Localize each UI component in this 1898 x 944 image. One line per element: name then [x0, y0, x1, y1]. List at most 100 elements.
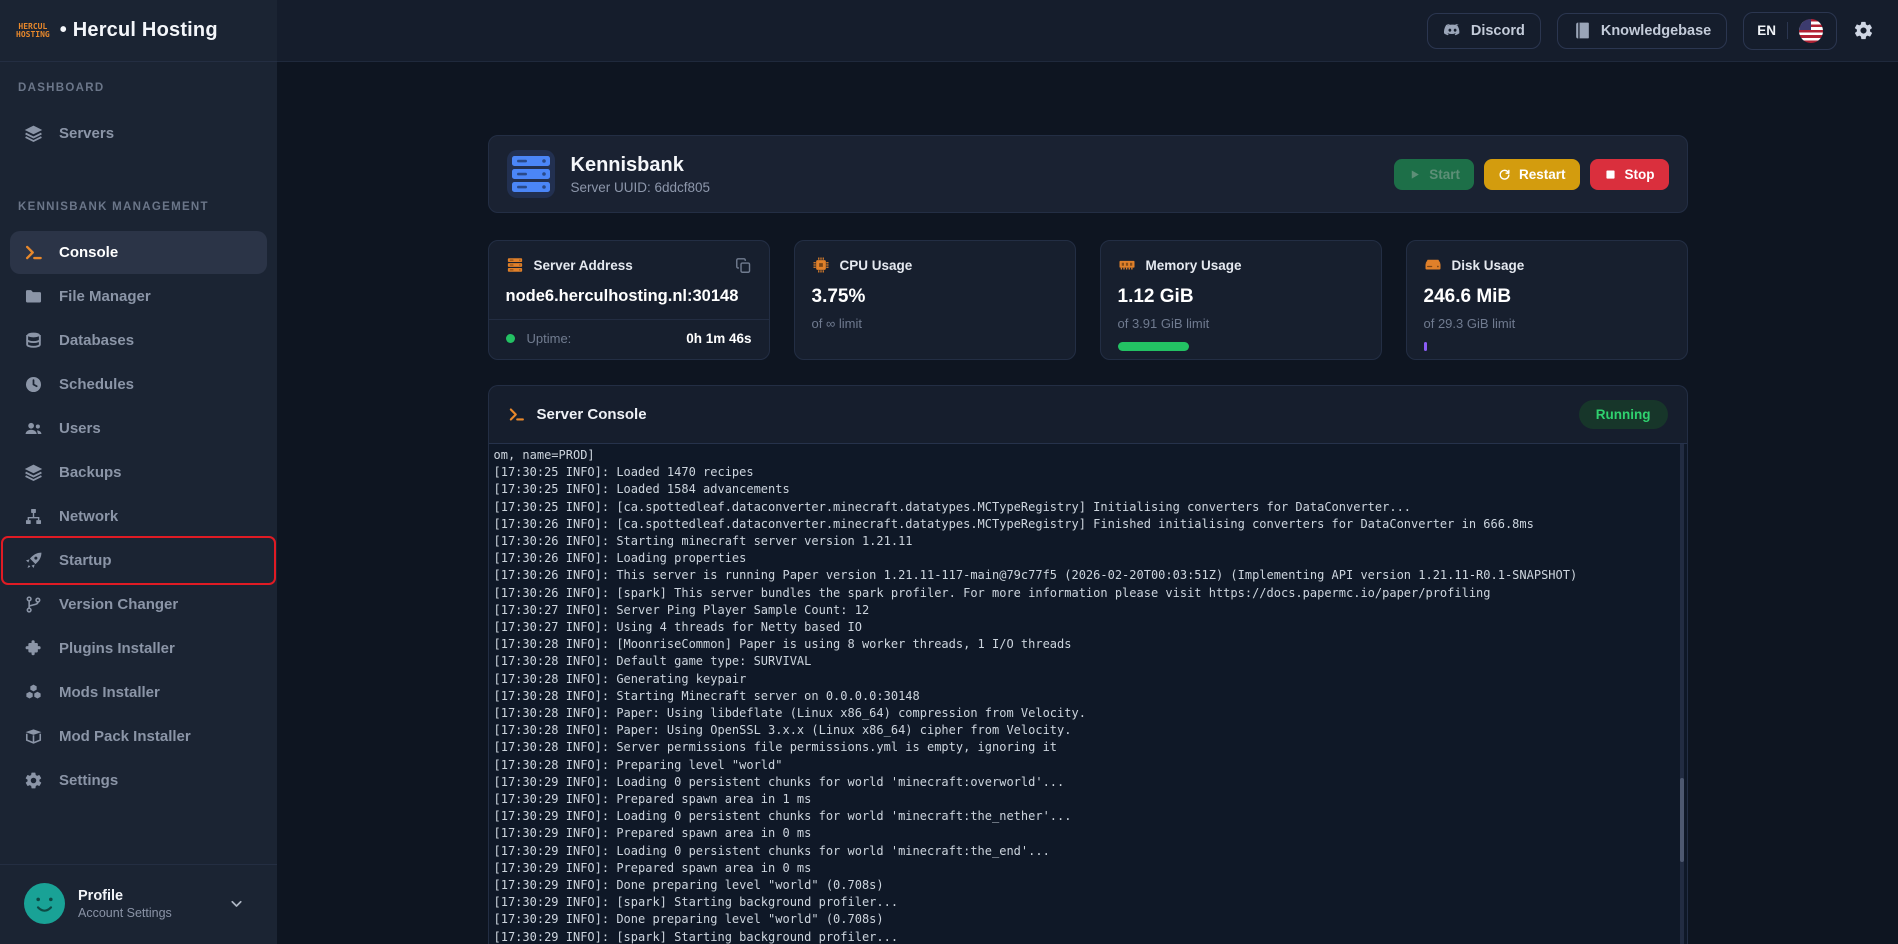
stop-label: Stop — [1625, 167, 1655, 182]
restart-icon — [1498, 168, 1511, 181]
sidebar-item-settings[interactable]: Settings — [10, 759, 267, 802]
database-icon — [24, 331, 43, 350]
console-line: [17:30:26 INFO]: Starting minecraft serv… — [494, 533, 1673, 550]
discord-label: Discord — [1471, 23, 1525, 39]
memory-progress-bar — [1118, 342, 1189, 351]
us-flag-icon — [1799, 19, 1823, 43]
topbar: Discord Knowledgebase EN — [277, 0, 1898, 62]
terminal-icon — [24, 243, 43, 262]
console-line: [17:30:29 INFO]: Loading 0 persistent ch… — [494, 843, 1673, 860]
console-line: [17:30:29 INFO]: [spark] Starting backgr… — [494, 929, 1673, 944]
settings-gear-icon[interactable] — [1853, 20, 1874, 41]
server-address-card: Server Address node6.herculhosting.nl:30… — [488, 240, 770, 360]
cubes-icon — [24, 683, 43, 702]
profile-section[interactable]: Profile Account Settings — [0, 864, 277, 944]
rocket-icon — [24, 551, 43, 570]
brand[interactable]: HERCULHOSTING • Hercul Hosting — [0, 0, 277, 62]
console-line: om, name=PROD] — [494, 447, 1673, 464]
divider — [489, 319, 769, 320]
restart-label: Restart — [1519, 167, 1566, 182]
users-icon — [24, 419, 43, 438]
sidebar-item-label: Schedules — [59, 376, 134, 393]
disk-usage-limit: of 29.3 GiB limit — [1424, 316, 1670, 331]
sidebar: HERCULHOSTING • Hercul Hosting DASHBOARD… — [0, 0, 277, 944]
status-badge: Running — [1579, 400, 1668, 429]
sidebar-item-file-manager[interactable]: File Manager — [10, 275, 267, 318]
nav-section-label: KENNISBANK MANAGEMENT — [0, 201, 277, 213]
console-line: [17:30:29 INFO]: Done preparing level "w… — [494, 877, 1673, 894]
console-line: [17:30:29 INFO]: Prepared spawn area in … — [494, 825, 1673, 842]
discord-icon — [1443, 21, 1462, 40]
sidebar-item-databases[interactable]: Databases — [10, 319, 267, 362]
console-line: [17:30:27 INFO]: Server Ping Player Samp… — [494, 602, 1673, 619]
sidebar-item-backups[interactable]: Backups — [10, 451, 267, 494]
server-uuid: Server UUID: 6ddcf805 — [571, 180, 711, 195]
brand-logo: HERCULHOSTING — [16, 23, 50, 39]
layers-icon — [24, 463, 43, 482]
stop-icon — [1604, 168, 1617, 181]
terminal-icon — [508, 406, 525, 423]
server-address-title: Server Address — [534, 258, 633, 273]
chevron-down-icon[interactable] — [228, 895, 245, 912]
sidebar-item-label: Console — [59, 244, 118, 261]
server-address-value: node6.herculhosting.nl:30148 — [506, 287, 752, 306]
language-selector[interactable]: EN — [1743, 12, 1837, 50]
profile-title: Profile — [78, 888, 215, 904]
sidebar-item-label: Mod Pack Installer — [59, 728, 191, 745]
uptime-status-dot — [506, 334, 515, 343]
memory-usage-title: Memory Usage — [1146, 258, 1242, 273]
disk-progress-bar — [1424, 342, 1427, 351]
knowledgebase-button[interactable]: Knowledgebase — [1557, 13, 1727, 49]
console-line: [17:30:25 INFO]: Loaded 1584 advancement… — [494, 481, 1673, 498]
sidebar-item-console[interactable]: Console — [10, 231, 267, 274]
console-line: [17:30:28 INFO]: Paper: Using OpenSSL 3.… — [494, 722, 1673, 739]
server-icon — [507, 150, 555, 198]
uptime-label: Uptime: — [527, 331, 572, 346]
sidebar-item-version-changer[interactable]: Version Changer — [10, 583, 267, 626]
console-line: [17:30:28 INFO]: Starting Minecraft serv… — [494, 688, 1673, 705]
sidebar-item-schedules[interactable]: Schedules — [10, 363, 267, 406]
start-label: Start — [1429, 167, 1460, 182]
discord-button[interactable]: Discord — [1427, 13, 1541, 49]
console-line: [17:30:25 INFO]: Loaded 1470 recipes — [494, 464, 1673, 481]
sidebar-item-mods-installer[interactable]: Mods Installer — [10, 671, 267, 714]
console-line: [17:30:25 INFO]: [ca.spottedleaf.datacon… — [494, 499, 1673, 516]
copy-icon[interactable] — [735, 257, 752, 274]
sidebar-item-label: Mods Installer — [59, 684, 160, 701]
console-line: [17:30:28 INFO]: Paper: Using libdeflate… — [494, 705, 1673, 722]
sidebar-item-servers[interactable]: Servers — [10, 112, 267, 155]
knowledgebase-label: Knowledgebase — [1601, 23, 1711, 39]
console-line: [17:30:29 INFO]: [spark] Starting backgr… — [494, 894, 1673, 911]
layers-icon — [24, 124, 43, 143]
sidebar-item-label: Settings — [59, 772, 118, 789]
folder-icon — [24, 287, 43, 306]
console-scrollbar-track[interactable] — [1680, 444, 1684, 944]
server-name: Kennisbank — [571, 154, 711, 177]
start-button[interactable]: Start — [1394, 159, 1474, 190]
restart-button[interactable]: Restart — [1484, 159, 1580, 190]
cpu-usage-card: CPU Usage 3.75% of ∞ limit — [794, 240, 1076, 360]
sidebar-item-plugins-installer[interactable]: Plugins Installer — [10, 627, 267, 670]
sidebar-item-label: Databases — [59, 332, 134, 349]
sidebar-item-label: Servers — [59, 125, 114, 142]
console-line: [17:30:29 INFO]: Prepared spawn area in … — [494, 860, 1673, 877]
sidebar-item-startup[interactable]: Startup — [10, 539, 267, 582]
app-root: HERCULHOSTING • Hercul Hosting DASHBOARD… — [0, 0, 1898, 944]
sidebar-nav: DASHBOARDServersKENNISBANK MANAGEMENTCon… — [0, 62, 277, 864]
clock-icon — [24, 375, 43, 394]
console-log[interactable]: om, name=PROD][17:30:25 INFO]: Loaded 14… — [489, 443, 1687, 944]
console-line: [17:30:28 INFO]: Default game type: SURV… — [494, 653, 1673, 670]
disk-usage-card: Disk Usage 246.6 MiB of 29.3 GiB limit — [1406, 240, 1688, 360]
sidebar-item-network[interactable]: Network — [10, 495, 267, 538]
sidebar-item-label: Network — [59, 508, 118, 525]
uptime-value: 0h 1m 46s — [686, 331, 751, 346]
content: Kennisbank Server UUID: 6ddcf805 Start R… — [488, 135, 1688, 944]
console-title: Server Console — [537, 406, 647, 423]
stop-button[interactable]: Stop — [1590, 159, 1669, 190]
console-line: [17:30:26 INFO]: [ca.spottedleaf.datacon… — [494, 516, 1673, 533]
divider — [1787, 22, 1788, 39]
sidebar-item-mod-pack-installer[interactable]: Mod Pack Installer — [10, 715, 267, 758]
console-scrollbar-thumb[interactable] — [1680, 778, 1684, 862]
sidebar-item-users[interactable]: Users — [10, 407, 267, 450]
book-icon — [1573, 21, 1592, 40]
